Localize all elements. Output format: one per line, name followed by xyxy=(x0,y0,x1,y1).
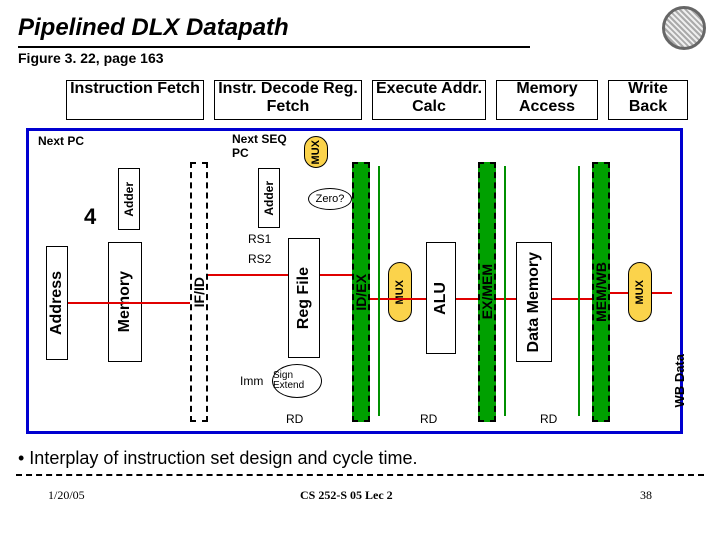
wire xyxy=(456,298,478,300)
wire xyxy=(496,298,516,300)
bullet-rule xyxy=(16,474,704,476)
wire xyxy=(652,292,672,294)
latch-ex-mem: EX/MEM xyxy=(478,162,496,422)
stage-label-ex: Execute Addr. Calc xyxy=(372,80,486,116)
bus xyxy=(26,128,29,434)
wire xyxy=(208,274,288,276)
footer-page: 38 xyxy=(640,488,652,503)
constant-four: 4 xyxy=(84,204,96,230)
stage-label-wb: Write Back xyxy=(608,80,688,116)
sign-extend: Sign Extend xyxy=(272,364,322,398)
wire xyxy=(610,292,628,294)
label-rd-1: RD xyxy=(286,412,303,426)
datapath-diagram: Instruction Fetch Instr. Decode Reg. Fet… xyxy=(18,74,698,448)
wire xyxy=(378,166,380,416)
berkeley-seal-icon xyxy=(662,6,706,50)
wire xyxy=(320,274,352,276)
bullet-text: • Interplay of instruction set design an… xyxy=(18,448,418,469)
wire xyxy=(68,302,190,304)
adder-id: Adder xyxy=(258,168,280,228)
slide-subtitle: Figure 3. 22, page 163 xyxy=(18,50,164,66)
label-rd-2: RD xyxy=(420,412,437,426)
register-file: Reg File xyxy=(288,238,320,358)
latch-id-ex: ID/EX xyxy=(352,162,370,422)
bus xyxy=(26,431,682,434)
mux-wb: MUX xyxy=(628,262,652,322)
wire xyxy=(504,166,506,416)
mux-alu-a: MUX xyxy=(388,262,412,322)
latch-if-id: IF/ID xyxy=(190,162,208,422)
label-next-pc: Next PC xyxy=(38,134,84,148)
label-rd-3: RD xyxy=(540,412,557,426)
label-next-seq-pc: Next SEQ PC xyxy=(232,132,288,160)
bus xyxy=(26,128,682,131)
wire xyxy=(552,298,592,300)
footer-center: CS 252-S 05 Lec 2 xyxy=(300,488,393,503)
label-rs2: RS2 xyxy=(248,252,271,266)
stage-label-if: Instruction Fetch xyxy=(66,80,204,98)
alu: ALU xyxy=(426,242,456,354)
latch-mem-wb: MEM/WB xyxy=(592,162,610,422)
adder-if: Adder xyxy=(118,168,140,230)
wire xyxy=(578,166,580,416)
label-rs1: RS1 xyxy=(248,232,271,246)
label-imm: Imm xyxy=(240,374,263,388)
stage-label-mem: Memory Access xyxy=(496,80,598,116)
mux-pc: MUX xyxy=(304,136,328,168)
stage-label-id: Instr. Decode Reg. Fetch xyxy=(214,80,362,116)
slide-title: Pipelined DLX Datapath xyxy=(18,14,289,42)
footer-date: 1/20/05 xyxy=(48,488,85,503)
data-memory: Data Memory xyxy=(516,242,552,362)
title-rule xyxy=(18,46,530,48)
address-block: Address xyxy=(46,246,68,360)
zero-compare: Zero? xyxy=(308,188,352,210)
label-wb-data: WB Data xyxy=(672,354,692,407)
